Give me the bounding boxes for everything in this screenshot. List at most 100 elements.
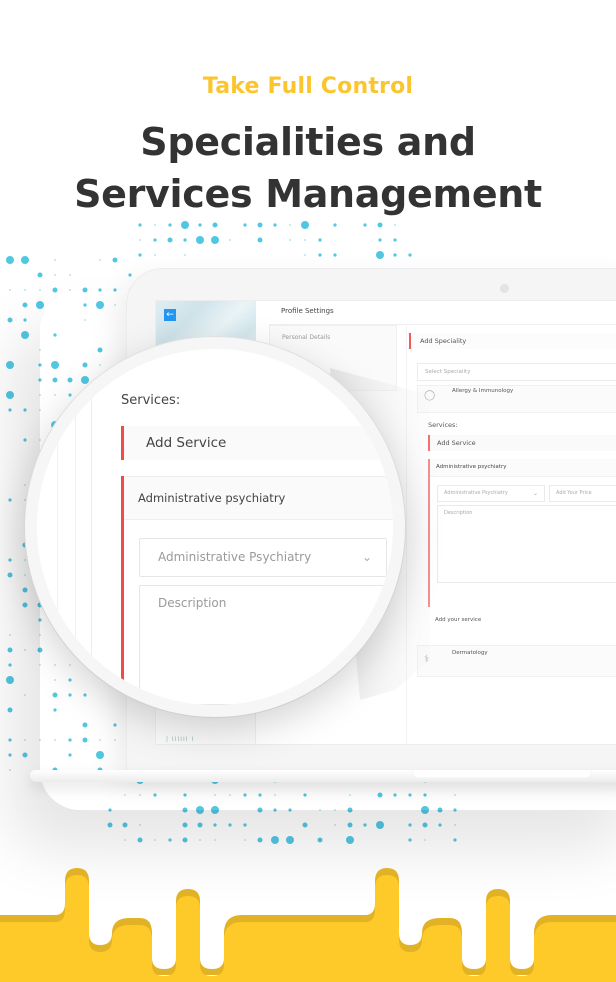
dot	[376, 251, 384, 259]
dot	[347, 822, 353, 828]
dot	[318, 253, 322, 257]
add-speciality-header[interactable]: Add Speciality	[409, 333, 616, 349]
dot	[213, 823, 217, 827]
dot	[139, 824, 141, 826]
dot	[168, 838, 172, 842]
dot	[453, 838, 457, 842]
dot	[393, 253, 397, 257]
dot	[9, 769, 11, 771]
dot	[244, 839, 246, 841]
dot	[438, 823, 442, 827]
service-item: Administrative psychiatry Administrative…	[428, 459, 616, 607]
dot	[181, 221, 189, 229]
service-select-value: Administrative Psychiatry	[444, 490, 508, 496]
speciality-card[interactable]: ⚕ Dermatology	[417, 645, 616, 677]
chevron-down-icon: ⌄	[361, 550, 372, 564]
dot	[22, 752, 28, 758]
dot	[154, 224, 156, 226]
dot	[128, 273, 132, 277]
yellow-wave-decoration	[0, 868, 616, 982]
dot	[408, 838, 412, 842]
dot	[333, 223, 337, 227]
dot	[211, 236, 219, 244]
dot	[138, 223, 142, 227]
zoomed-service-select[interactable]: Administrative Psychiatry ⌄	[139, 538, 387, 577]
dot	[302, 822, 308, 828]
dot	[69, 274, 71, 276]
dot	[304, 254, 306, 256]
zoomed-services-label: Services:	[121, 393, 181, 408]
dot	[454, 824, 456, 826]
zoomed-service-item: Administrative psychiatry Administrative…	[121, 476, 393, 705]
zoomed-service-select-value: Administrative Psychiatry	[158, 550, 312, 564]
dot	[257, 222, 263, 228]
dot	[318, 238, 322, 242]
dot	[257, 237, 263, 243]
dot	[198, 223, 202, 227]
dot	[24, 289, 26, 291]
laptop-notch	[412, 771, 592, 779]
dot	[8, 738, 12, 742]
dot	[363, 223, 367, 227]
dot	[138, 253, 142, 257]
dot	[154, 839, 156, 841]
column-divider	[91, 349, 92, 705]
dot	[24, 649, 26, 651]
dot	[378, 238, 382, 242]
dot	[8, 558, 12, 562]
dot	[36, 301, 44, 309]
dot	[168, 223, 172, 227]
select-speciality-input[interactable]: Select Speciality	[417, 363, 616, 381]
dot	[137, 837, 143, 843]
dot	[122, 822, 128, 828]
dot	[6, 256, 14, 264]
zoomed-add-service-button[interactable]: Add Service	[121, 426, 393, 460]
add-your-service-link[interactable]: Add your service	[435, 617, 481, 623]
arrow-left-icon[interactable]: ←	[164, 309, 176, 321]
speciality-card[interactable]: ◯ Allergy & Immunology	[417, 385, 616, 413]
dot	[182, 837, 188, 843]
dot	[8, 408, 12, 412]
dot	[24, 694, 26, 696]
sidebar-footer-ticks: | IIIIII I	[166, 736, 195, 743]
description-textarea[interactable]: Description	[437, 505, 616, 583]
dot	[183, 238, 187, 242]
dot	[196, 236, 204, 244]
dot	[363, 823, 367, 827]
dot	[273, 223, 277, 227]
wave-fill	[0, 875, 616, 982]
dot	[214, 839, 216, 841]
service-title: Administrative psychiatry	[430, 459, 616, 477]
dot	[304, 239, 306, 241]
dot	[197, 822, 203, 828]
dot	[24, 574, 26, 576]
dot	[112, 257, 118, 263]
dot	[24, 739, 26, 741]
dot	[21, 256, 29, 264]
dot	[124, 839, 126, 841]
dot	[24, 559, 26, 561]
dot	[6, 676, 14, 684]
dot	[37, 272, 43, 278]
dot	[243, 823, 247, 827]
price-input[interactable]: Add Your Price	[549, 485, 616, 502]
dot	[8, 663, 12, 667]
dot	[24, 484, 26, 486]
dot	[22, 587, 28, 593]
column-divider	[57, 349, 58, 705]
dot	[8, 498, 12, 502]
dot	[424, 839, 426, 841]
dot	[408, 823, 412, 827]
dot	[7, 647, 13, 653]
add-service-button[interactable]: Add Service	[428, 435, 616, 451]
speciality-name: Dermatology	[452, 650, 488, 656]
dot	[289, 224, 291, 226]
nav-item-personal-details[interactable]: Personal Details	[270, 326, 396, 348]
zoomed-description-textarea[interactable]: Description	[139, 585, 393, 705]
dot	[228, 823, 232, 827]
eyebrow-tagline: Take Full Control	[202, 74, 414, 99]
dot	[376, 821, 384, 829]
dot	[301, 221, 309, 229]
service-select[interactable]: Administrative Psychiatry ⌄	[437, 485, 545, 502]
webcam-icon	[500, 284, 509, 293]
